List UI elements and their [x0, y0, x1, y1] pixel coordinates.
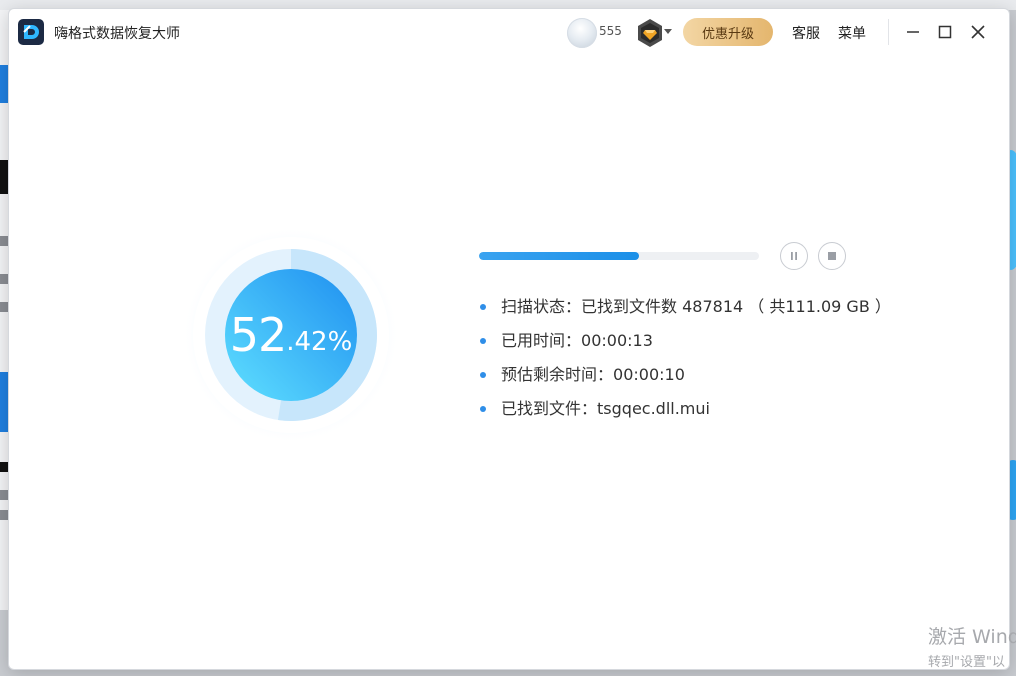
close-icon	[971, 25, 985, 39]
bullet-icon	[480, 304, 486, 310]
customer-service-button[interactable]: 客服	[792, 23, 820, 43]
remaining-time-label: 预估剩余时间：	[501, 365, 614, 384]
windows-activation-watermark: 激活 Wind 转到"设置"以	[928, 622, 1016, 670]
found-file-item: 已找到文件：tsgqec.dll.mui	[479, 398, 891, 432]
scan-info-list: 扫描状态：已找到文件数 487814 （ 共111.09 GB ） 已用时间：0…	[479, 296, 891, 432]
scan-status-item: 扫描状态：已找到文件数 487814 （ 共111.09 GB ）	[479, 296, 891, 330]
found-file-value: tsgqec.dll.mui	[597, 399, 710, 418]
bullet-icon	[480, 338, 486, 344]
chevron-down-icon[interactable]	[664, 29, 672, 34]
menu-button[interactable]: 菜单	[838, 23, 866, 43]
remaining-time-item: 预估剩余时间：00:00:10	[479, 364, 891, 398]
divider	[888, 19, 889, 45]
stop-icon	[828, 252, 836, 260]
minimize-button[interactable]	[900, 19, 926, 45]
scan-status-label: 扫描状态：	[501, 297, 582, 316]
scan-progress-circle: 52.42%	[181, 225, 401, 445]
app-title: 嗨格式数据恢复大师	[54, 26, 180, 42]
progress-percent-decimal: .42%	[286, 327, 353, 357]
elapsed-time-item: 已用时间：00:00:13	[479, 330, 891, 364]
close-button[interactable]	[965, 19, 991, 45]
elapsed-time-label: 已用时间：	[501, 331, 582, 350]
found-file-label: 已找到文件：	[501, 399, 598, 418]
bullet-icon	[480, 406, 486, 412]
app-logo-icon	[18, 19, 44, 45]
minimize-icon	[907, 31, 919, 33]
title-bar[interactable]: 嗨格式数据恢复大师 555 优惠升级 客服 菜单	[9, 9, 1009, 57]
user-id[interactable]: 555	[599, 24, 622, 38]
maximize-button[interactable]	[932, 19, 958, 45]
remaining-time-value: 00:00:10	[613, 365, 685, 384]
watermark-line-1: 激活 Wind	[928, 626, 1016, 648]
pause-icon	[791, 252, 797, 260]
progress-percent: 52.42%	[181, 225, 401, 445]
upgrade-button[interactable]: 优惠升级	[683, 18, 773, 46]
scan-progress-fill	[479, 252, 639, 260]
stop-button[interactable]	[818, 242, 846, 270]
app-window: 嗨格式数据恢复大师 555 优惠升级 客服 菜单 52 .42% 扫描状态：已找…	[8, 8, 1010, 670]
elapsed-time-value: 00:00:13	[581, 331, 653, 350]
progress-percent-integer: 52	[229, 308, 288, 362]
bullet-icon	[480, 372, 486, 378]
vip-badge-icon[interactable]	[634, 17, 666, 49]
scan-status-value: 已找到文件数 487814 （ 共111.09 GB ）	[581, 297, 891, 316]
pause-button[interactable]	[780, 242, 808, 270]
watermark-line-2: 转到"设置"以	[928, 655, 1005, 670]
maximize-icon	[938, 25, 952, 39]
avatar[interactable]	[567, 18, 597, 48]
scan-progress-bar	[479, 252, 759, 260]
